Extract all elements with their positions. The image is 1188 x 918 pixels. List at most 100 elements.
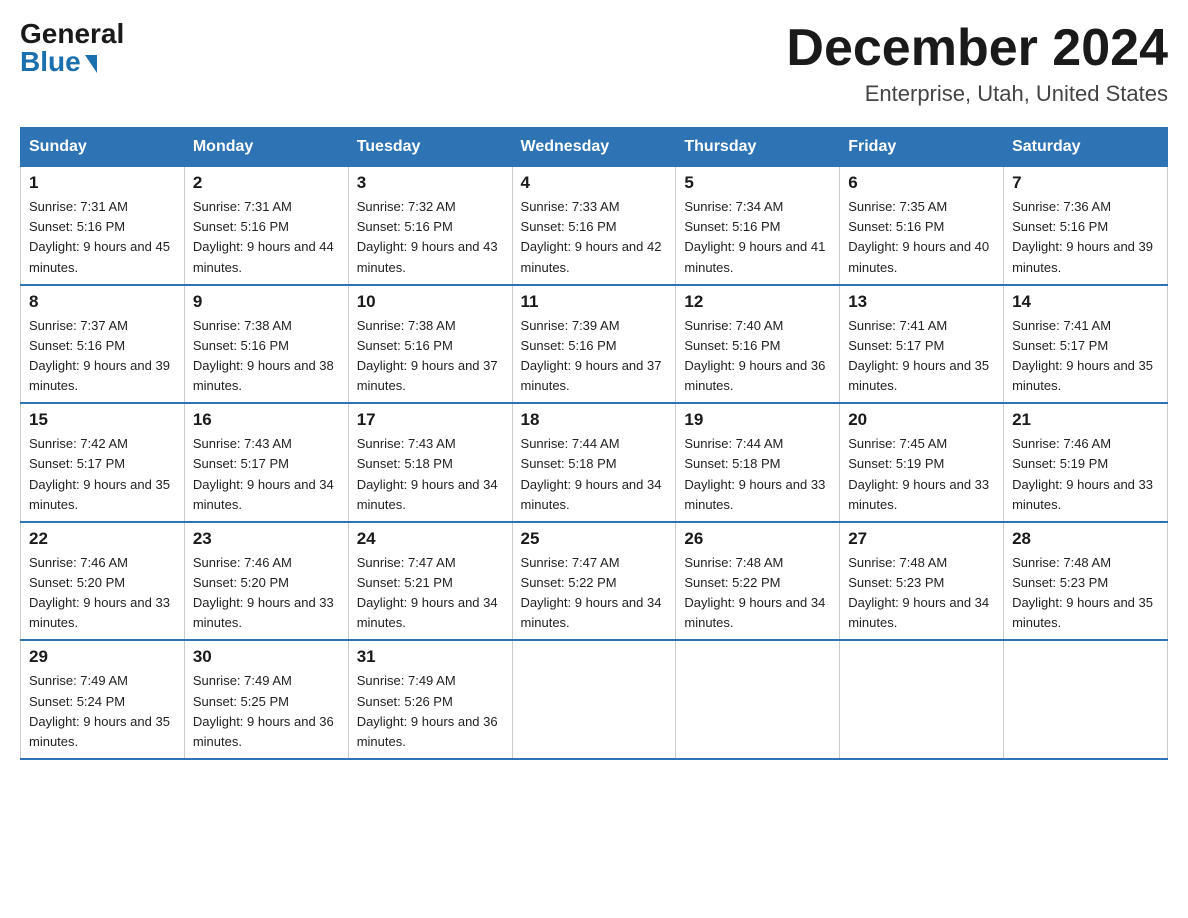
day-number: 29 [29,647,176,667]
day-info: Sunrise: 7:40 AMSunset: 5:16 PMDaylight:… [684,316,831,397]
day-info: Sunrise: 7:35 AMSunset: 5:16 PMDaylight:… [848,197,995,278]
day-number: 12 [684,292,831,312]
day-info: Sunrise: 7:49 AMSunset: 5:26 PMDaylight:… [357,671,504,752]
title-block: December 2024 Enterprise, Utah, United S… [786,20,1168,107]
table-row: 15Sunrise: 7:42 AMSunset: 5:17 PMDayligh… [21,403,185,522]
table-row: 17Sunrise: 7:43 AMSunset: 5:18 PMDayligh… [348,403,512,522]
table-row: 25Sunrise: 7:47 AMSunset: 5:22 PMDayligh… [512,522,676,641]
table-row: 31 Sunrise: 7:49 AMSunset: 5:26 PMDayligh… [348,640,512,759]
table-row: 20 Sunrise: 7:45 AMSunset: 5:19 PMDayligh… [840,403,1004,522]
day-info: Sunrise: 7:48 AMSunset: 5:22 PMDaylight:… [684,553,831,634]
day-info: Sunrise: 7:44 AMSunset: 5:18 PMDaylight:… [521,434,668,515]
logo: General Blue [20,20,124,76]
day-info: Sunrise: 7:41 AMSunset: 5:17 PMDaylight:… [1012,316,1159,397]
day-number: 4 [521,173,668,193]
table-row: 23Sunrise: 7:46 AMSunset: 5:20 PMDayligh… [184,522,348,641]
day-number: 28 [1012,529,1159,549]
day-number: 22 [29,529,176,549]
calendar-table: Sunday Monday Tuesday Wednesday Thursday… [20,127,1168,760]
calendar-week-row: 29 Sunrise: 7:49 AMSunset: 5:24 PMDayligh… [21,640,1168,759]
table-row: 19 Sunrise: 7:44 AMSunset: 5:18 PMDayligh… [676,403,840,522]
month-title: December 2024 [786,20,1168,77]
day-number: 13 [848,292,995,312]
day-number: 10 [357,292,504,312]
table-row: 8 Sunrise: 7:37 AMSunset: 5:16 PMDaylight… [21,285,185,404]
col-wednesday: Wednesday [512,128,676,167]
calendar-week-row: 1 Sunrise: 7:31 AMSunset: 5:16 PMDaylight… [21,167,1168,285]
day-info: Sunrise: 7:38 AMSunset: 5:16 PMDaylight:… [193,316,340,397]
day-number: 7 [1012,173,1159,193]
calendar-week-row: 8 Sunrise: 7:37 AMSunset: 5:16 PMDaylight… [21,285,1168,404]
location-text: Enterprise, Utah, United States [786,81,1168,107]
day-number: 8 [29,292,176,312]
day-number: 31 [357,647,504,667]
table-row: 12 Sunrise: 7:40 AMSunset: 5:16 PMDayligh… [676,285,840,404]
day-number: 27 [848,529,995,549]
day-info: Sunrise: 7:46 AMSunset: 5:19 PMDaylight:… [1012,434,1159,515]
day-info: Sunrise: 7:48 AMSunset: 5:23 PMDaylight:… [848,553,995,634]
table-row: 5 Sunrise: 7:34 AMSunset: 5:16 PMDaylight… [676,167,840,285]
day-number: 9 [193,292,340,312]
col-tuesday: Tuesday [348,128,512,167]
day-info: Sunrise: 7:33 AMSunset: 5:16 PMDaylight:… [521,197,668,278]
calendar-body: 1 Sunrise: 7:31 AMSunset: 5:16 PMDaylight… [21,167,1168,759]
day-number: 25 [521,529,668,549]
day-number: 11 [521,292,668,312]
table-row: 18 Sunrise: 7:44 AMSunset: 5:18 PMDayligh… [512,403,676,522]
day-number: 6 [848,173,995,193]
day-number: 23 [193,529,340,549]
col-sunday: Sunday [21,128,185,167]
day-info: Sunrise: 7:46 AMSunset: 5:20 PMDaylight:… [29,553,176,634]
col-friday: Friday [840,128,1004,167]
day-number: 16 [193,410,340,430]
page-header: General Blue December 2024 Enterprise, U… [20,20,1168,107]
table-row: 4 Sunrise: 7:33 AMSunset: 5:16 PMDaylight… [512,167,676,285]
day-info: Sunrise: 7:38 AMSunset: 5:16 PMDaylight:… [357,316,504,397]
logo-triangle-icon [85,55,97,73]
day-number: 20 [848,410,995,430]
day-number: 30 [193,647,340,667]
day-info: Sunrise: 7:43 AMSunset: 5:17 PMDaylight:… [193,434,340,515]
col-monday: Monday [184,128,348,167]
table-row: 24Sunrise: 7:47 AMSunset: 5:21 PMDayligh… [348,522,512,641]
table-row: 6 Sunrise: 7:35 AMSunset: 5:16 PMDaylight… [840,167,1004,285]
table-row [1004,640,1168,759]
calendar-header: Sunday Monday Tuesday Wednesday Thursday… [21,128,1168,167]
day-number: 1 [29,173,176,193]
day-number: 14 [1012,292,1159,312]
table-row: 9 Sunrise: 7:38 AMSunset: 5:16 PMDaylight… [184,285,348,404]
day-number: 19 [684,410,831,430]
table-row: 13 Sunrise: 7:41 AMSunset: 5:17 PMDayligh… [840,285,1004,404]
day-info: Sunrise: 7:34 AMSunset: 5:16 PMDaylight:… [684,197,831,278]
table-row [512,640,676,759]
day-info: Sunrise: 7:42 AMSunset: 5:17 PMDaylight:… [29,434,176,515]
day-number: 3 [357,173,504,193]
day-info: Sunrise: 7:32 AMSunset: 5:16 PMDaylight:… [357,197,504,278]
table-row: 7Sunrise: 7:36 AMSunset: 5:16 PMDaylight… [1004,167,1168,285]
day-number: 17 [357,410,504,430]
day-number: 21 [1012,410,1159,430]
header-row: Sunday Monday Tuesday Wednesday Thursday… [21,128,1168,167]
day-info: Sunrise: 7:49 AMSunset: 5:25 PMDaylight:… [193,671,340,752]
day-info: Sunrise: 7:49 AMSunset: 5:24 PMDaylight:… [29,671,176,752]
table-row: 26 Sunrise: 7:48 AMSunset: 5:22 PMDayligh… [676,522,840,641]
day-info: Sunrise: 7:44 AMSunset: 5:18 PMDaylight:… [684,434,831,515]
day-number: 24 [357,529,504,549]
table-row: 1Sunrise: 7:31 AMSunset: 5:16 PMDaylight… [21,167,185,285]
day-info: Sunrise: 7:31 AMSunset: 5:16 PMDaylight:… [193,197,340,278]
logo-general-text: General [20,20,124,48]
day-number: 18 [521,410,668,430]
table-row: 14 Sunrise: 7:41 AMSunset: 5:17 PMDayligh… [1004,285,1168,404]
col-thursday: Thursday [676,128,840,167]
day-number: 26 [684,529,831,549]
table-row: 28Sunrise: 7:48 AMSunset: 5:23 PMDayligh… [1004,522,1168,641]
col-saturday: Saturday [1004,128,1168,167]
day-number: 5 [684,173,831,193]
day-info: Sunrise: 7:41 AMSunset: 5:17 PMDaylight:… [848,316,995,397]
table-row: 27 Sunrise: 7:48 AMSunset: 5:23 PMDayligh… [840,522,1004,641]
day-info: Sunrise: 7:45 AMSunset: 5:19 PMDaylight:… [848,434,995,515]
table-row: 21 Sunrise: 7:46 AMSunset: 5:19 PMDayligh… [1004,403,1168,522]
day-info: Sunrise: 7:37 AMSunset: 5:16 PMDaylight:… [29,316,176,397]
table-row: 2Sunrise: 7:31 AMSunset: 5:16 PMDaylight… [184,167,348,285]
table-row [676,640,840,759]
